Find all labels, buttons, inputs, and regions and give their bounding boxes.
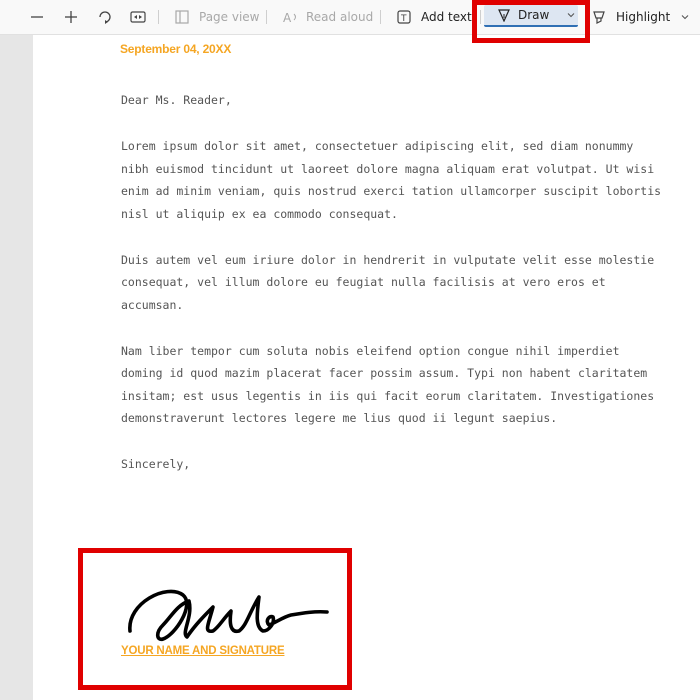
letter-greeting: Dear Ms. Reader, [121,93,232,107]
highlight-button[interactable]: Highlight [591,0,690,34]
text-line: consequat, vel illum dolore eu feugiat n… [121,275,606,289]
svg-text:A: A [283,11,292,24]
text-line: nisl ut aliquip ex ea commodo consequat. [121,207,398,221]
rotate-button[interactable] [97,0,113,34]
read-aloud-label: Read aloud [306,10,374,24]
plus-icon [65,11,77,23]
add-text-label: Add text [421,10,472,24]
toolbar-divider [266,10,267,24]
text-line: demonstraverunt lectores legere me lius … [121,411,558,425]
text-line: enim ad minim veniam, quis nostrud exerc… [121,184,662,198]
page-view-button[interactable]: Page view [175,0,260,34]
highlighter-icon [593,11,605,24]
page-view-icon [175,10,189,24]
pdf-toolbar: Page view A Read aloud T Add text Draw H… [0,0,700,35]
chevron-down-icon[interactable] [680,12,690,22]
add-text-button[interactable]: T Add text [397,0,472,34]
toolbar-divider [380,10,381,24]
text-line: nibh euismod tincidunt ut laoreet dolore… [121,162,655,176]
toolbar-divider [158,10,159,24]
add-text-icon: T [397,10,411,24]
read-aloud-icon: A [283,11,296,24]
fit-width-button[interactable] [130,0,146,34]
letter-closing: Sincerely, [121,457,191,471]
fit-width-icon [130,11,146,23]
text-line: Nam liber tempor cum soluta nobis eleife… [121,344,620,358]
read-aloud-button[interactable]: A Read aloud [283,0,373,34]
text-line: doming id quod mazim placerat facer poss… [121,366,648,380]
draw-highlight-box [472,0,590,43]
signature-highlight-box [78,548,352,690]
text-line: Lorem ipsum dolor sit amet, consectetuer… [121,139,634,153]
zoom-out-button[interactable] [30,0,44,34]
text-line: accumsan. [121,298,184,312]
letter-date: September 04, 20XX [120,42,232,56]
rotate-icon [99,11,111,24]
svg-text:T: T [400,14,407,24]
text-line: insitam; est usus legentis in iis qui fa… [121,389,655,403]
minus-icon [31,16,43,18]
zoom-in-button[interactable] [64,0,78,34]
text-line: Duis autem vel eum iriure dolor in hendr… [121,253,655,267]
highlight-label: Highlight [616,10,671,24]
page-view-label: Page view [199,10,260,24]
